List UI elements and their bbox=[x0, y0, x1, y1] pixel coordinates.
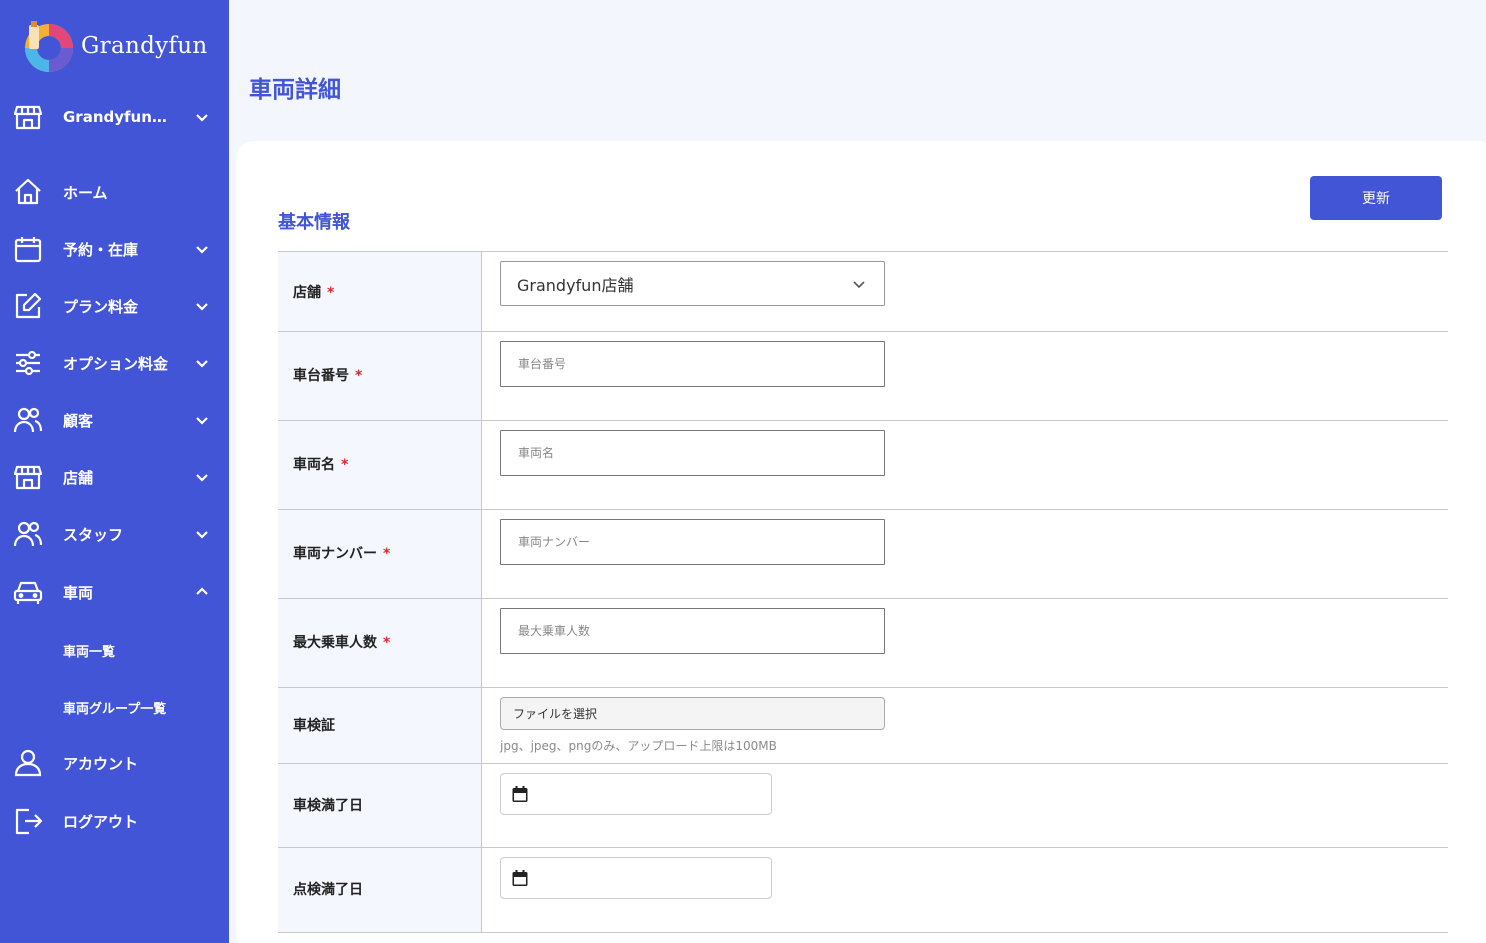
check-expiry-date-input[interactable] bbox=[500, 857, 772, 899]
store-selector-label: Grandyfun… bbox=[63, 108, 167, 126]
field-label: 車検証 bbox=[293, 718, 335, 734]
plate-number-input[interactable] bbox=[500, 519, 885, 565]
sidebar-item-reservation[interactable]: 予約・在庫 bbox=[0, 229, 229, 269]
user-icon bbox=[12, 747, 44, 779]
users-icon bbox=[12, 404, 44, 436]
page-title: 車両詳細 bbox=[249, 77, 341, 103]
sidebar-item-plan-price[interactable]: プラン料金 bbox=[0, 286, 229, 326]
sidebar-item-label: アカウント bbox=[63, 754, 139, 773]
chevron-down-icon bbox=[196, 474, 208, 482]
store-icon bbox=[12, 461, 44, 493]
chevron-down-icon bbox=[853, 281, 865, 289]
update-button[interactable]: 更新 bbox=[1310, 176, 1442, 220]
required-mark: * bbox=[383, 546, 391, 562]
sidebar-subitem-vehicle-list[interactable]: 車両一覧 bbox=[63, 641, 115, 660]
home-icon bbox=[12, 176, 44, 208]
chevron-down-icon bbox=[196, 303, 208, 311]
sidebar-item-option-price[interactable]: オプション料金 bbox=[0, 343, 229, 383]
logo-icon bbox=[20, 19, 74, 73]
logout-icon bbox=[12, 805, 44, 837]
calendar-icon bbox=[512, 786, 528, 802]
form-row-inspection-cert: 車検証 ファイルを選択 jpg、jpeg、pngのみ、アップロード上限は100M… bbox=[278, 688, 1448, 764]
sliders-icon bbox=[12, 347, 44, 379]
required-mark: * bbox=[355, 368, 363, 384]
form-row-car-number: 車台番号 * bbox=[278, 332, 1448, 421]
sidebar-item-stores[interactable]: 店舗 bbox=[0, 457, 229, 497]
sidebar: Grandyfun Grandyfun… ホーム 予約・在庫 プラン料金 オプシ… bbox=[0, 0, 229, 943]
vehicle-form: 店舗* Grandyfun店舗 車台番号* 車両名* 車両ナンバー* bbox=[278, 251, 1448, 933]
store-select-value: Grandyfun店舗 bbox=[517, 275, 634, 295]
chevron-down-icon bbox=[196, 114, 208, 122]
field-label: 店舗 * bbox=[293, 285, 335, 301]
inspection-expiry-date-input[interactable] bbox=[500, 773, 772, 815]
sidebar-item-vehicles[interactable]: 車両 bbox=[0, 572, 229, 612]
sidebar-item-label: 車両 bbox=[63, 583, 94, 602]
store-select[interactable]: Grandyfun店舗 bbox=[500, 261, 885, 306]
sidebar-item-label: ホーム bbox=[63, 183, 108, 202]
sidebar-item-logout[interactable]: ログアウト bbox=[0, 801, 229, 841]
car-icon bbox=[12, 576, 44, 608]
field-label: 最大乗車人数 * bbox=[293, 635, 391, 651]
file-select-button[interactable]: ファイルを選択 bbox=[500, 697, 885, 730]
form-row-store: 店舗 * Grandyfun店舗 bbox=[278, 252, 1448, 332]
chevron-down-icon bbox=[196, 360, 208, 368]
form-row-capacity: 最大乗車人数 * bbox=[278, 599, 1448, 688]
field-label: 車台番号 * bbox=[293, 368, 363, 384]
sidebar-item-label: プラン料金 bbox=[63, 297, 139, 316]
field-label: 点検満了日 bbox=[293, 882, 363, 898]
sidebar-subitem-vehicle-group-list[interactable]: 車両グループ一覧 bbox=[63, 698, 166, 717]
file-hint: jpg、jpeg、pngのみ、アップロード上限は100MB bbox=[500, 739, 777, 753]
form-row-car-name: 車両名 * bbox=[278, 421, 1448, 510]
sidebar-item-customers[interactable]: 顧客 bbox=[0, 400, 229, 440]
chevron-down-icon bbox=[196, 246, 208, 254]
car-number-input[interactable] bbox=[500, 341, 885, 387]
sidebar-item-account[interactable]: アカウント bbox=[0, 743, 229, 783]
brand-name: Grandyfun bbox=[81, 33, 208, 59]
sidebar-item-label: ログアウト bbox=[63, 812, 139, 831]
edit-icon bbox=[12, 290, 44, 322]
field-label: 車両名 * bbox=[293, 457, 349, 473]
sidebar-item-label: オプション料金 bbox=[63, 354, 169, 373]
sidebar-item-home[interactable]: ホーム bbox=[0, 172, 229, 212]
sidebar-item-label: 顧客 bbox=[63, 411, 94, 430]
sidebar-item-label: 店舗 bbox=[63, 468, 94, 487]
users-icon bbox=[12, 518, 44, 550]
chevron-down-icon bbox=[196, 531, 208, 539]
sidebar-item-label: スタッフ bbox=[63, 525, 124, 544]
field-label: 車両ナンバー * bbox=[293, 546, 391, 562]
sidebar-item-staff[interactable]: スタッフ bbox=[0, 514, 229, 554]
section-title: 基本情報 bbox=[278, 212, 350, 233]
required-mark: * bbox=[383, 635, 391, 651]
chevron-up-icon bbox=[196, 587, 208, 595]
calendar-icon bbox=[12, 233, 44, 265]
chevron-down-icon bbox=[196, 417, 208, 425]
store-selector[interactable]: Grandyfun… bbox=[0, 97, 229, 137]
form-row-plate: 車両ナンバー * bbox=[278, 510, 1448, 599]
field-label: 車検満了日 bbox=[293, 798, 363, 814]
car-name-input[interactable] bbox=[500, 430, 885, 476]
logo[interactable]: Grandyfun bbox=[20, 19, 207, 73]
store-icon bbox=[12, 101, 44, 133]
required-mark: * bbox=[341, 457, 349, 473]
capacity-input[interactable] bbox=[500, 608, 885, 654]
required-mark: * bbox=[327, 285, 335, 301]
calendar-icon bbox=[512, 870, 528, 886]
sidebar-item-label: 予約・在庫 bbox=[63, 240, 139, 259]
form-row-check-expiry: 点検満了日 bbox=[278, 848, 1448, 933]
form-row-inspection-expiry: 車検満了日 bbox=[278, 764, 1448, 848]
